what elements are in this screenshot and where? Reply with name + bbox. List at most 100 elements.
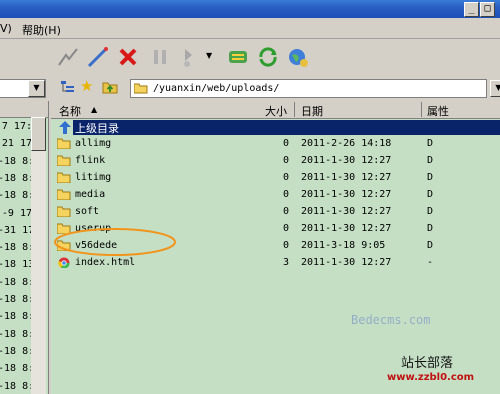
file-attr: - <box>427 257 434 268</box>
local-path-combo[interactable]: ▼ <box>0 79 46 98</box>
watermark-url: www.zzbl0.com <box>387 372 475 383</box>
folder-icon <box>57 138 71 149</box>
bookmark-star-icon[interactable]: ★ <box>80 77 93 95</box>
remote-column-header: 名称 ▲ 大小 日期 属性 <box>51 101 500 119</box>
local-file-cell[interactable]: -18 8: <box>0 311 34 322</box>
file-attr: D <box>427 172 434 183</box>
file-row[interactable]: allimg 0 2011-2-26 14:18 D <box>51 136 500 153</box>
file-attr: D <box>427 138 434 149</box>
refresh-icon[interactable] <box>254 43 282 71</box>
selection-highlight <box>73 120 500 135</box>
local-file-cell[interactable]: -31 17 <box>0 225 34 236</box>
file-name: soft <box>75 206 100 217</box>
remote-file-pane: 名称 ▲ 大小 日期 属性 上级目录 allimg 0 2011-2-26 14:1… <box>51 101 500 394</box>
file-size: 0 <box>283 189 290 200</box>
file-date: 2011-1-30 12:27 <box>301 257 392 268</box>
file-size: 0 <box>283 172 290 183</box>
file-row[interactable]: soft 0 2011-1-30 12:27 D <box>51 204 500 221</box>
watermark-faint: Bedecms.com <box>351 313 431 327</box>
file-date: 2011-1-30 12:27 <box>301 155 392 166</box>
compare-icon[interactable] <box>224 43 252 71</box>
menu-item-help[interactable]: 帮助(H) <box>22 22 61 38</box>
local-file-cell[interactable]: 7 17: <box>0 121 32 132</box>
local-file-cell[interactable]: -18 8: <box>0 329 34 340</box>
stop-icon[interactable] <box>114 43 142 71</box>
up-folder-icon[interactable] <box>102 79 118 95</box>
local-file-cell[interactable]: -18 8: <box>0 363 34 374</box>
folder-icon <box>57 189 71 200</box>
parent-directory-label: 上级目录 <box>75 122 119 135</box>
chevron-down-icon[interactable]: ▼ <box>490 80 500 97</box>
column-divider[interactable] <box>421 102 422 117</box>
column-divider[interactable] <box>294 102 295 117</box>
file-attr: D <box>427 189 434 200</box>
local-file-cell[interactable]: -18 8: <box>0 277 34 288</box>
file-size: 0 <box>283 138 290 149</box>
menu-bar: V) 帮助(H) <box>0 19 500 39</box>
tree-view-icon[interactable] <box>60 79 76 95</box>
file-name: litimg <box>75 172 112 183</box>
local-file-cell[interactable]: -18 8:4 <box>0 294 40 305</box>
remote-path-input[interactable]: /yuanxin/web/uploads/ <box>130 79 487 98</box>
file-size: 3 <box>283 257 290 268</box>
menu-item-view[interactable]: V) <box>0 22 12 35</box>
local-file-cell[interactable]: -18 8: <box>0 346 34 357</box>
chevron-down-icon[interactable]: ▼ <box>28 80 45 97</box>
chevron-down-icon[interactable]: ▼ <box>206 51 212 60</box>
local-file-cell[interactable]: -18 8: <box>0 173 34 184</box>
column-date-header[interactable]: 日期 <box>301 103 323 119</box>
file-attr: D <box>427 206 434 217</box>
connect-icon[interactable] <box>54 43 82 71</box>
pause-icon[interactable] <box>146 43 174 71</box>
file-name: flink <box>75 155 106 166</box>
file-attr: D <box>427 240 434 251</box>
local-file-cell[interactable]: -18 8: <box>0 381 34 392</box>
file-size: 0 <box>283 240 290 251</box>
local-column-header <box>0 101 48 118</box>
file-size: 0 <box>283 155 290 166</box>
toolbar: ▼ <box>0 39 500 75</box>
folder-icon <box>57 206 71 217</box>
local-file-pane: 7 17: 21 17 -18 8: -18 8: -18 8: -9 17 -31 17 -… <box>0 101 49 394</box>
folder-icon <box>57 155 71 166</box>
annotation-ellipse <box>54 228 176 256</box>
file-row[interactable]: litimg 0 2011-1-30 12:27 D <box>51 170 500 187</box>
watermark-title: 站长部落 <box>401 356 454 371</box>
local-file-cell[interactable]: -18 13 <box>0 259 34 270</box>
minimize-button[interactable]: _ <box>464 2 479 17</box>
disconnect-icon[interactable] <box>84 43 112 71</box>
local-scrollbar[interactable] <box>31 117 46 394</box>
file-date: 2011-1-30 12:27 <box>301 189 392 200</box>
file-name: media <box>75 189 106 200</box>
maximize-button[interactable]: □ <box>480 2 495 17</box>
file-date: 2011-3-18 9:05 <box>301 240 386 251</box>
remote-path-text: /yuanxin/web/uploads/ <box>153 83 280 94</box>
file-row[interactable]: flink 0 2011-1-30 12:27 D <box>51 153 500 170</box>
local-file-cell[interactable]: -18 8: <box>0 190 34 201</box>
local-file-cell[interactable]: -9 17 <box>0 208 32 219</box>
sort-ascending-icon: ▲ <box>91 105 98 114</box>
local-file-cell[interactable]: -18 8: <box>0 156 34 167</box>
file-date: 2011-1-30 12:27 <box>301 206 392 217</box>
local-file-cell[interactable]: 21 17 <box>0 138 32 149</box>
up-arrow-icon <box>59 121 71 134</box>
folder-icon <box>57 172 71 183</box>
column-name-header[interactable]: 名称 <box>59 103 81 119</box>
file-name: allimg <box>75 138 112 149</box>
file-row[interactable]: media 0 2011-1-30 12:27 D <box>51 187 500 204</box>
file-date: 2011-2-26 14:18 <box>301 138 392 149</box>
transfer-icon[interactable] <box>176 43 204 71</box>
file-date: 2011-1-30 12:27 <box>301 172 392 183</box>
title-bar <box>0 0 500 18</box>
parent-directory-row[interactable]: 上级目录 <box>51 119 500 136</box>
file-size: 0 <box>283 223 290 234</box>
site-icon[interactable] <box>284 43 312 71</box>
local-file-cell[interactable]: -18 8: <box>0 242 34 253</box>
file-attr: D <box>427 155 434 166</box>
scroll-thumb[interactable] <box>31 117 46 151</box>
file-size: 0 <box>283 206 290 217</box>
path-row: ▼ ★ /yuanxin/web/uploads/ ▼ <box>0 76 500 100</box>
column-size-header[interactable]: 大小 <box>265 103 287 119</box>
column-attr-header[interactable]: 属性 <box>427 103 449 119</box>
file-date: 2011-1-30 12:27 <box>301 223 392 234</box>
